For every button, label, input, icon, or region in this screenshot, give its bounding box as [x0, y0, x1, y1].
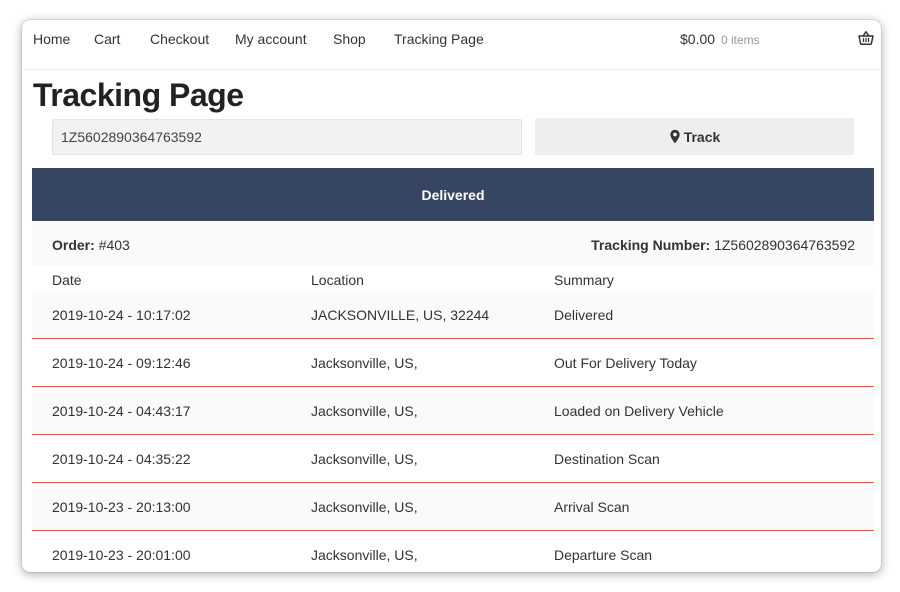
row-location: Jacksonville, US, [311, 403, 418, 419]
nav-shop-link[interactable]: Shop [333, 31, 366, 47]
row-date: 2019-10-24 - 04:35:22 [52, 451, 191, 467]
basket-icon[interactable] [858, 30, 874, 46]
table-row: 2019-10-23 - 20:01:00 Jacksonville, US, … [32, 531, 874, 572]
tracking-number: Tracking Number: 1Z5602890364763592 [591, 237, 855, 253]
nav-checkout-link[interactable]: Checkout [150, 31, 209, 47]
table-row: 2019-10-24 - 04:43:17 Jacksonville, US, … [32, 387, 874, 435]
row-location: Jacksonville, US, [311, 451, 418, 467]
order-info-row: Order: #403 Tracking Number: 1Z560289036… [32, 222, 874, 266]
row-location: Jacksonville, US, [311, 499, 418, 515]
cart-total[interactable]: $0.00 [680, 31, 715, 47]
map-pin-icon [670, 129, 680, 144]
row-date: 2019-10-24 - 10:17:02 [52, 307, 191, 323]
row-summary: Destination Scan [554, 451, 660, 467]
row-date: 2019-10-23 - 20:01:00 [52, 547, 191, 563]
track-button-label: Track [683, 128, 721, 145]
nav-home-link[interactable]: Home [33, 31, 70, 47]
row-location: Jacksonville, US, [311, 547, 418, 563]
row-summary: Out For Delivery Today [554, 355, 697, 371]
row-date: 2019-10-24 - 04:43:17 [52, 403, 191, 419]
track-button[interactable]: Track [535, 118, 854, 155]
top-navigation: Home Cart Checkout My account Shop Track… [22, 20, 881, 70]
table-row: 2019-10-24 - 10:17:02 JACKSONVILLE, US, … [32, 291, 874, 339]
column-header-location: Location [311, 272, 364, 288]
tracking-number-value: 1Z5602890364763592 [714, 237, 855, 253]
tracking-number-input[interactable] [52, 119, 522, 155]
row-summary: Loaded on Delivery Vehicle [554, 403, 724, 419]
order-number: Order: #403 [52, 237, 130, 253]
row-date: 2019-10-23 - 20:13:00 [52, 499, 191, 515]
tracking-number-label: Tracking Number: [591, 237, 711, 253]
row-summary: Delivered [554, 307, 614, 323]
order-label: Order: [52, 237, 95, 253]
cart-item-count[interactable]: 0 items [721, 33, 760, 47]
row-location: Jacksonville, US, [311, 355, 418, 371]
table-row: 2019-10-24 - 04:35:22 Jacksonville, US, … [32, 435, 874, 483]
page-title: Tracking Page [33, 77, 244, 113]
column-header-date: Date [52, 272, 82, 288]
order-value: #403 [98, 237, 130, 253]
status-text: Delivered [421, 186, 485, 203]
row-summary: Departure Scan [554, 547, 653, 563]
nav-tracking-page-link[interactable]: Tracking Page [394, 31, 484, 47]
table-row: 2019-10-23 - 20:13:00 Jacksonville, US, … [32, 483, 874, 531]
table-row: 2019-10-24 - 09:12:46 Jacksonville, US, … [32, 339, 874, 387]
browser-window: Home Cart Checkout My account Shop Track… [22, 20, 881, 572]
column-header-summary: Summary [554, 272, 614, 288]
nav-my-account-link[interactable]: My account [235, 31, 307, 47]
nav-cart-link[interactable]: Cart [94, 31, 120, 47]
row-summary: Arrival Scan [554, 499, 630, 515]
row-location: JACKSONVILLE, US, 32244 [311, 307, 490, 323]
status-banner: Delivered [32, 168, 874, 221]
row-date: 2019-10-24 - 09:12:46 [52, 355, 191, 371]
